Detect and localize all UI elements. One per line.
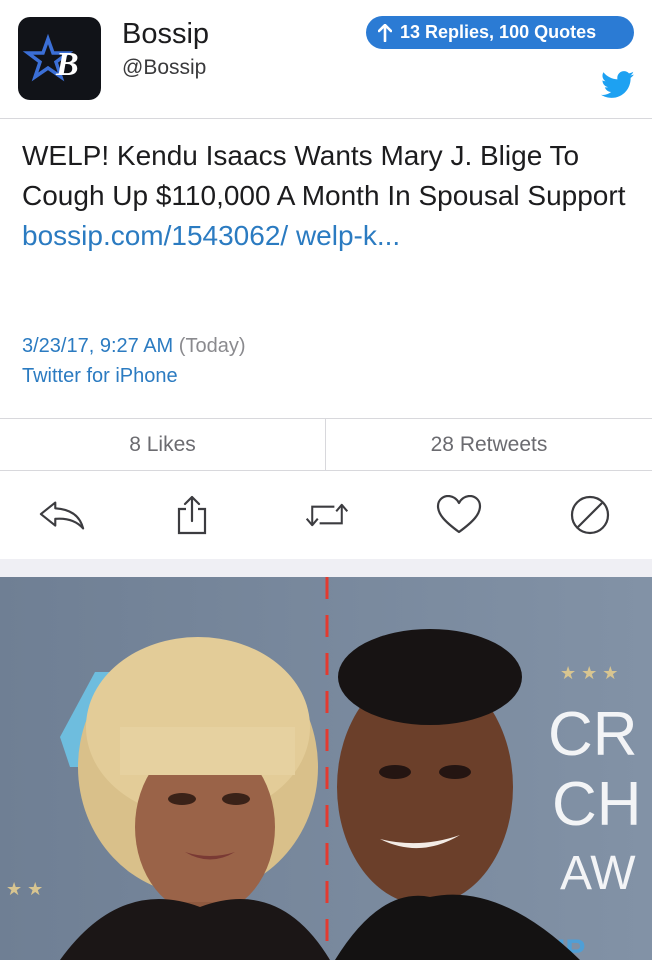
backdrop-text-1: CR xyxy=(548,700,638,769)
tweet-actions xyxy=(0,471,652,559)
svg-text:★ ★ ★: ★ ★ ★ xyxy=(560,663,618,683)
like-button[interactable] xyxy=(435,495,483,535)
section-gap xyxy=(0,559,652,577)
backdrop-text-2: CH xyxy=(552,770,642,839)
tweet-text: WELP! Kendu Isaacs Wants Mary J. Blige T… xyxy=(22,136,632,256)
twitter-bird-icon xyxy=(601,71,635,104)
svg-text:★ ★: ★ ★ xyxy=(6,879,43,899)
replies-quotes-button[interactable]: 13 Replies, 100 Quotes xyxy=(366,16,634,49)
tweet-stats: 8 Likes 28 Retweets xyxy=(0,418,652,471)
retweet-icon xyxy=(305,503,349,527)
retweets-count[interactable]: 28 Retweets xyxy=(326,419,652,470)
tweet-link[interactable]: bossip.com/1543062/ welp-k... xyxy=(22,220,400,251)
header-divider xyxy=(0,118,652,119)
like-heart-icon xyxy=(436,495,482,534)
tweet-timestamp[interactable]: 3/23/17, 9:27 AM (Today) xyxy=(22,335,245,358)
replies-quotes-label: 13 Replies, 100 Quotes xyxy=(400,22,597,42)
arrow-up-icon xyxy=(378,23,392,42)
avatar-letter: B xyxy=(55,46,79,83)
share-icon xyxy=(177,495,207,535)
tweet-date-suffix: (Today) xyxy=(173,335,246,357)
bossip-logo-icon: B xyxy=(22,33,79,83)
block-button[interactable] xyxy=(566,495,614,535)
couple-photo-image: CR CH AW BOSSIP ★ ★ ★ ★ ★ xyxy=(0,577,652,960)
tweet-source[interactable]: Twitter for iPhone xyxy=(22,365,178,388)
account-name[interactable]: Bossip xyxy=(122,18,209,51)
account-handle[interactable]: @Bossip xyxy=(122,56,206,80)
likes-count[interactable]: 8 Likes xyxy=(0,419,325,470)
backdrop-text-3: AW xyxy=(560,847,636,900)
reply-button[interactable] xyxy=(38,495,86,535)
tweet-header: B Bossip @Bossip 13 Replies, 100 Quotes xyxy=(0,0,652,118)
tweet-date: 3/23/17, 9:27 AM xyxy=(22,335,174,357)
tweet-body: WELP! Kendu Isaacs Wants Mary J. Blige T… xyxy=(22,140,626,211)
avatar[interactable]: B xyxy=(18,17,101,100)
share-button[interactable] xyxy=(168,495,216,535)
embedded-photo[interactable]: CR CH AW BOSSIP ★ ★ ★ ★ ★ xyxy=(0,577,652,960)
block-icon xyxy=(570,495,610,535)
retweet-button[interactable] xyxy=(303,495,351,535)
reply-icon xyxy=(39,501,85,530)
